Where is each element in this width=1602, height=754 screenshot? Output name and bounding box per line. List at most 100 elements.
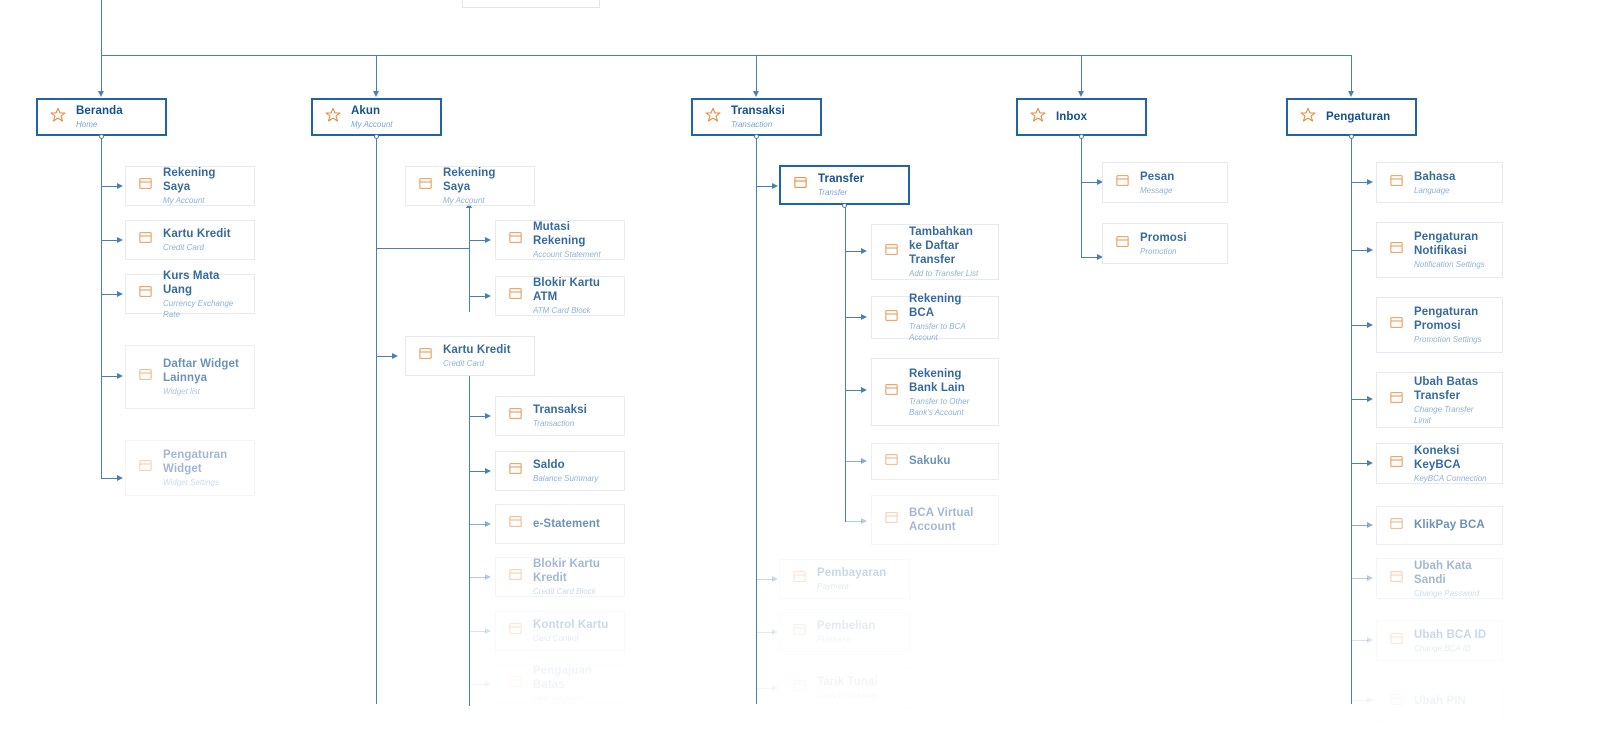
node-subtitle: ATM Card Block	[533, 306, 591, 315]
node-rekening-bank-lain[interactable]: Rekening Bank Lain Transfer to Other Ban…	[871, 358, 999, 426]
node-pengaturan-promosi[interactable]: Pengaturan Promosi Promotion Settings	[1376, 297, 1503, 353]
node-bahasa[interactable]: Bahasa Language	[1376, 162, 1503, 203]
node-title: Kontrol Kartu	[533, 619, 609, 631]
node-title: Pengaturan Notifikasi	[1414, 231, 1479, 257]
branch-p9	[1351, 700, 1368, 701]
star-icon	[1300, 107, 1316, 128]
card-icon	[508, 230, 523, 250]
branch-t3	[756, 632, 773, 633]
root-node-akun[interactable]: Akun My Account	[311, 98, 442, 136]
card-icon	[1389, 692, 1404, 712]
node-bca-virtual-account[interactable]: BCA Virtual Account	[871, 495, 999, 545]
branch-p8	[1351, 640, 1368, 641]
branch-p7	[1351, 578, 1368, 579]
arrow-p9	[1367, 696, 1373, 703]
node-mutasi-rekening[interactable]: Mutasi Rekening Account Statement	[495, 220, 625, 260]
arrow-tr3	[861, 386, 867, 393]
node-blokir-kartu-atm[interactable]: Blokir Kartu ATM ATM Card Block	[495, 276, 625, 316]
node-pengaturan-notifikasi[interactable]: Pengaturan Notifikasi Notification Setti…	[1376, 222, 1503, 278]
node-title: Transfer	[818, 173, 865, 185]
node-ubah-bca-id[interactable]: Ubah BCA ID Change BCA ID	[1376, 620, 1503, 661]
node-saldo[interactable]: Saldo Balance Summary	[495, 451, 625, 491]
card-icon	[508, 674, 523, 694]
node-tambahkan-daftar-transfer[interactable]: Tambahkan ke Daftar Transfer Add to Tran…	[871, 224, 999, 280]
node-title: Pembayaran	[817, 567, 887, 579]
root-node-pengaturan[interactable]: Pengaturan	[1286, 98, 1417, 136]
node-pembelian[interactable]: Pembelian Purchase	[779, 612, 910, 652]
node-e-statement[interactable]: e-Statement	[495, 504, 625, 544]
arrow-b4	[117, 372, 123, 379]
branch-b1	[101, 186, 118, 187]
node-subtitle: Change BCA ID	[1414, 643, 1471, 653]
card-icon	[138, 367, 153, 387]
node-klikpay-bca[interactable]: KlikPay BCA	[1376, 506, 1503, 545]
node-title: Pengaturan	[1326, 110, 1391, 123]
node-blokir-kartu-kredit[interactable]: Blokir Kartu Kredit Credit Card Block	[495, 557, 625, 597]
arrow-t3	[772, 628, 778, 635]
node-title: Akun	[351, 105, 381, 117]
card-icon	[1389, 454, 1404, 474]
bus-horizontal	[101, 55, 1351, 56]
card-icon	[793, 175, 808, 195]
node-title: Kartu Kredit	[443, 344, 511, 356]
node-rekening-bca[interactable]: Rekening BCA Transfer to BCA Account	[871, 293, 999, 342]
node-pesan[interactable]: Pesan Message	[1102, 162, 1228, 203]
node-rekening-saya-beranda[interactable]: Rekening Saya My Account	[125, 166, 255, 206]
root-node-transaksi[interactable]: Transaksi Transaction	[691, 98, 822, 136]
branch-a1b	[469, 296, 486, 297]
node-transaksi-kartu-kredit[interactable]: Transaksi Transaction	[495, 396, 625, 436]
root-node-beranda[interactable]: Beranda Home	[36, 98, 167, 136]
branch-tr4	[845, 461, 862, 462]
node-title: Sakuku	[909, 455, 951, 467]
branch-p2	[1351, 250, 1368, 251]
card-icon	[1115, 234, 1130, 254]
arrow-a2c	[485, 520, 491, 527]
branch-tr1	[845, 251, 862, 252]
node-title: Daftar Widget Lainnya	[163, 358, 239, 384]
node-sakuku[interactable]: Sakuku	[871, 443, 999, 480]
branch-b5	[101, 478, 118, 479]
node-subtitle: Add to Transfer List	[909, 269, 979, 278]
node-koneksi-keybca[interactable]: Koneksi KeyBCA KeyBCA Connection	[1376, 443, 1503, 484]
node-kurs-mata-uang[interactable]: Kurs Mata Uang Currency Exchange Rate	[125, 270, 255, 319]
card-icon	[1389, 315, 1404, 335]
node-kartu-kredit-akun[interactable]: Kartu Kredit Credit Card	[405, 336, 535, 376]
card-icon	[1389, 631, 1404, 651]
node-subtitle: Notification Settings	[1414, 260, 1485, 269]
node-ubah-batas-transfer[interactable]: Ubah Batas Transfer Change Transfer Limi…	[1376, 372, 1503, 428]
star-icon	[705, 107, 721, 128]
node-ubah-kata-sandi[interactable]: Ubah Kata Sandi Change Password	[1376, 558, 1503, 599]
spine-akun	[376, 138, 377, 704]
node-title: Mutasi Rekening	[533, 221, 586, 247]
arrow-b1	[117, 182, 123, 189]
card-icon	[792, 678, 807, 698]
node-title: Ubah Kata Sandi	[1414, 559, 1472, 586]
arrow-p4	[1367, 395, 1373, 402]
node-pembayaran[interactable]: Pembayaran Payment	[779, 559, 910, 599]
node-ubah-pin[interactable]: Ubah PIN	[1376, 681, 1503, 722]
node-title: Koneksi KeyBCA	[1414, 444, 1461, 471]
node-rekening-saya-akun[interactable]: Rekening Saya My Account	[405, 166, 535, 206]
card-icon	[508, 406, 523, 426]
card-icon	[508, 567, 523, 587]
node-promosi[interactable]: Promosi Promotion	[1102, 223, 1228, 264]
branch-a2	[376, 356, 393, 357]
branch-a1	[376, 248, 470, 249]
node-pengaturan-widget[interactable]: Pengaturan Widget Widget Settings	[125, 440, 255, 496]
node-kartu-kredit-beranda[interactable]: Kartu Kredit Credit Card	[125, 220, 255, 260]
node-tarik-tunai[interactable]: Tarik Tunai Cash Withdrawal	[779, 668, 910, 708]
node-daftar-widget-lainnya[interactable]: Daftar Widget Lainnya Widget list	[125, 345, 255, 409]
node-title: Ubah PIN	[1414, 695, 1466, 707]
node-pengajuan-batas[interactable]: Pengajuan Batas Limit Request	[495, 664, 625, 704]
arrow-t2	[772, 575, 778, 582]
spine-kartu-kredit	[469, 376, 470, 706]
arrow-tr2	[861, 313, 867, 320]
node-kontrol-kartu[interactable]: Kontrol Kartu Card Control	[495, 611, 625, 651]
node-subtitle: Payment	[817, 582, 849, 591]
bus-to-pengaturan	[1351, 55, 1352, 93]
node-transfer[interactable]: Transfer Transfer	[779, 165, 910, 205]
card-icon	[1389, 516, 1404, 536]
node-subtitle: Credit Card	[443, 359, 484, 368]
sitemap-diagram-canvas: Beranda Home Rekening Saya My Account Ka…	[0, 0, 1602, 754]
root-node-inbox[interactable]: Inbox	[1016, 98, 1147, 136]
